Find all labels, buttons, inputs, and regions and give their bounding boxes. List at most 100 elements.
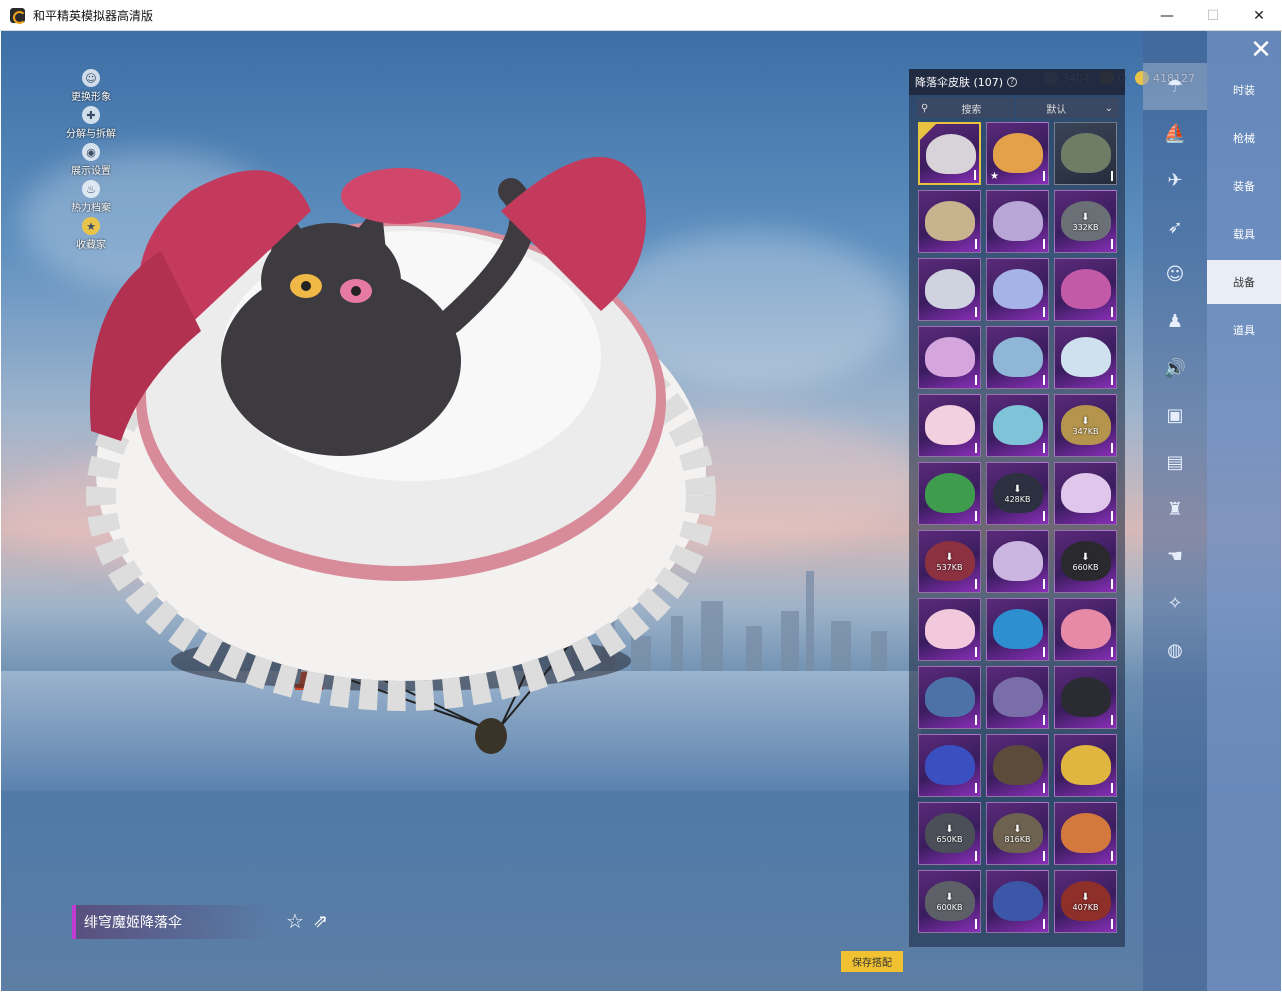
jet-icon[interactable]: ➶ [1143,204,1207,251]
tab-4[interactable]: 战备 [1207,260,1281,304]
skin-item[interactable] [1054,734,1117,797]
rarity-bar [974,170,976,180]
skin-item[interactable]: ★ [986,122,1049,185]
skin-grid: ★ ⬇ 332KB ⬇ 347KB ⬇ 428KB ⬇ 537KB ⬇ 660KB ⬇ 650KB ⬇ 81… [918,122,1118,933]
skin-thumbnail [1061,677,1111,717]
skin-item[interactable] [918,734,981,797]
maximize-button[interactable]: ☐ [1190,0,1236,31]
rarity-bar [1043,579,1045,589]
tab-1[interactable]: 枪械 [1207,116,1281,160]
share-icon[interactable]: ⇗ [313,911,328,932]
window-titlebar: 和平精英模拟器高清版 — ☐ ✕ [0,0,1282,31]
skin-item[interactable]: ⬇ 816KB [986,802,1049,865]
tool-decompose[interactable]: ✚ 分解与拆解 [61,106,121,143]
tab-0[interactable]: 时装 [1207,68,1281,112]
search-input[interactable]: ⚲ 搜索 [917,98,1015,118]
download-size-label: 407KB [1072,903,1099,912]
skin-item[interactable] [986,598,1049,661]
skin-item[interactable] [918,190,981,253]
skin-item[interactable] [986,666,1049,729]
skin-item[interactable] [918,394,981,457]
minimize-button[interactable]: — [1144,0,1190,31]
skin-item[interactable] [1054,666,1117,729]
skin-item[interactable]: ⬇ 407KB [1054,870,1117,933]
badge-icon[interactable]: ▣ [1143,392,1207,439]
save-outfit-button[interactable]: 保存搭配 [841,951,903,972]
skin-item[interactable] [918,598,981,661]
plane-icon[interactable]: ✈ [1143,157,1207,204]
tool-label: 热力档案 [71,203,111,214]
skin-item[interactable] [986,394,1049,457]
download-size-label: 660KB [1072,563,1099,572]
rarity-bar [1043,783,1045,793]
skin-item[interactable] [1054,802,1117,865]
skin-thumbnail [1061,337,1111,377]
skin-item[interactable]: ⬇ 537KB [918,530,981,593]
rarity-bar [975,783,977,793]
speaker-icon[interactable]: 🔊 [1143,345,1207,392]
selected-item-name: 绯穹魔姬降落伞 [72,905,272,939]
skin-item[interactable]: ⬇ 347KB [1054,394,1117,457]
tool-heat-archive[interactable]: ♨ 热力档案 [61,180,121,217]
skin-item[interactable] [986,190,1049,253]
download-size: ⬇ 650KB [919,824,980,845]
skin-item[interactable] [918,666,981,729]
skin-item[interactable]: ⬇ 332KB [1054,190,1117,253]
rarity-bar [1111,579,1113,589]
tool-collector[interactable]: ★ 收藏家 [61,217,121,254]
skin-item[interactable] [1054,462,1117,525]
side-tools: ☺ 更换形象 ✚ 分解与拆解 ◉ 展示设置 ♨ 热力档案 ★ 收藏家 [61,69,121,254]
info-icon[interactable]: ? [1007,77,1018,87]
picture-icon[interactable]: ▤ [1143,439,1207,486]
download-icon: ⬇ [945,824,954,835]
skin-item[interactable]: ⬇ 600KB [918,870,981,933]
download-size: ⬇ 407KB [1055,893,1116,913]
skin-item[interactable] [918,462,981,525]
tab-3[interactable]: 载具 [1207,212,1281,256]
skin-item[interactable] [1054,122,1117,185]
skin-item[interactable] [918,258,981,321]
close-window-button[interactable]: ✕ [1236,0,1282,31]
emote-icon[interactable]: ☺ [1143,251,1207,298]
download-size: ⬇ 332KB [1055,213,1116,233]
wand-icon[interactable]: ✧ [1143,580,1207,627]
download-size-label: 428KB [1004,495,1031,504]
hand-icon[interactable]: ☚ [1143,533,1207,580]
skin-item[interactable] [918,122,981,185]
skin-item[interactable] [986,258,1049,321]
skin-item[interactable]: ⬇ 660KB [1054,530,1117,593]
skin-item[interactable]: ⬇ 428KB [986,462,1049,525]
tool-display-settings[interactable]: ◉ 展示设置 [61,143,121,180]
ufo-icon[interactable]: ◍ [1143,627,1207,674]
skin-item[interactable] [918,326,981,389]
rarity-bar [1043,851,1045,861]
tab-5[interactable]: 道具 [1207,308,1281,352]
tool-label: 展示设置 [71,166,111,177]
vehicle-icon[interactable]: ⛵ [1143,110,1207,157]
skin-item[interactable] [1054,598,1117,661]
skin-item[interactable] [986,870,1049,933]
favorite-star-icon[interactable]: ☆ [286,909,304,933]
tool-change-avatar[interactable]: ☺ 更换形象 [61,69,121,106]
parachute-icon[interactable]: ☂ [1143,63,1207,110]
skin-thumbnail [1061,133,1111,173]
skin-thumbnail [925,269,975,309]
skin-item[interactable] [1054,258,1117,321]
download-size-label: 332KB [1072,223,1099,232]
skin-item[interactable] [986,530,1049,593]
skin-item[interactable] [986,326,1049,389]
avatar-icon: ☺ [82,69,100,87]
skin-item[interactable]: ⬇ 650KB [918,802,981,865]
search-row: ⚲ 搜索 默认 ⌄ [917,98,1119,118]
skin-item[interactable] [986,734,1049,797]
rarity-bar [1111,307,1113,317]
robot-icon[interactable]: ♟ [1143,298,1207,345]
skin-item[interactable] [1054,326,1117,389]
rarity-bar [975,579,977,589]
sort-dropdown[interactable]: 默认 ⌄ [1016,98,1119,118]
tab-2[interactable]: 装备 [1207,164,1281,208]
spray-icon[interactable]: ♜ [1143,486,1207,533]
skin-thumbnail [993,337,1043,377]
equipped-check-icon [920,124,936,140]
close-icon[interactable]: ✕ [1248,37,1274,63]
